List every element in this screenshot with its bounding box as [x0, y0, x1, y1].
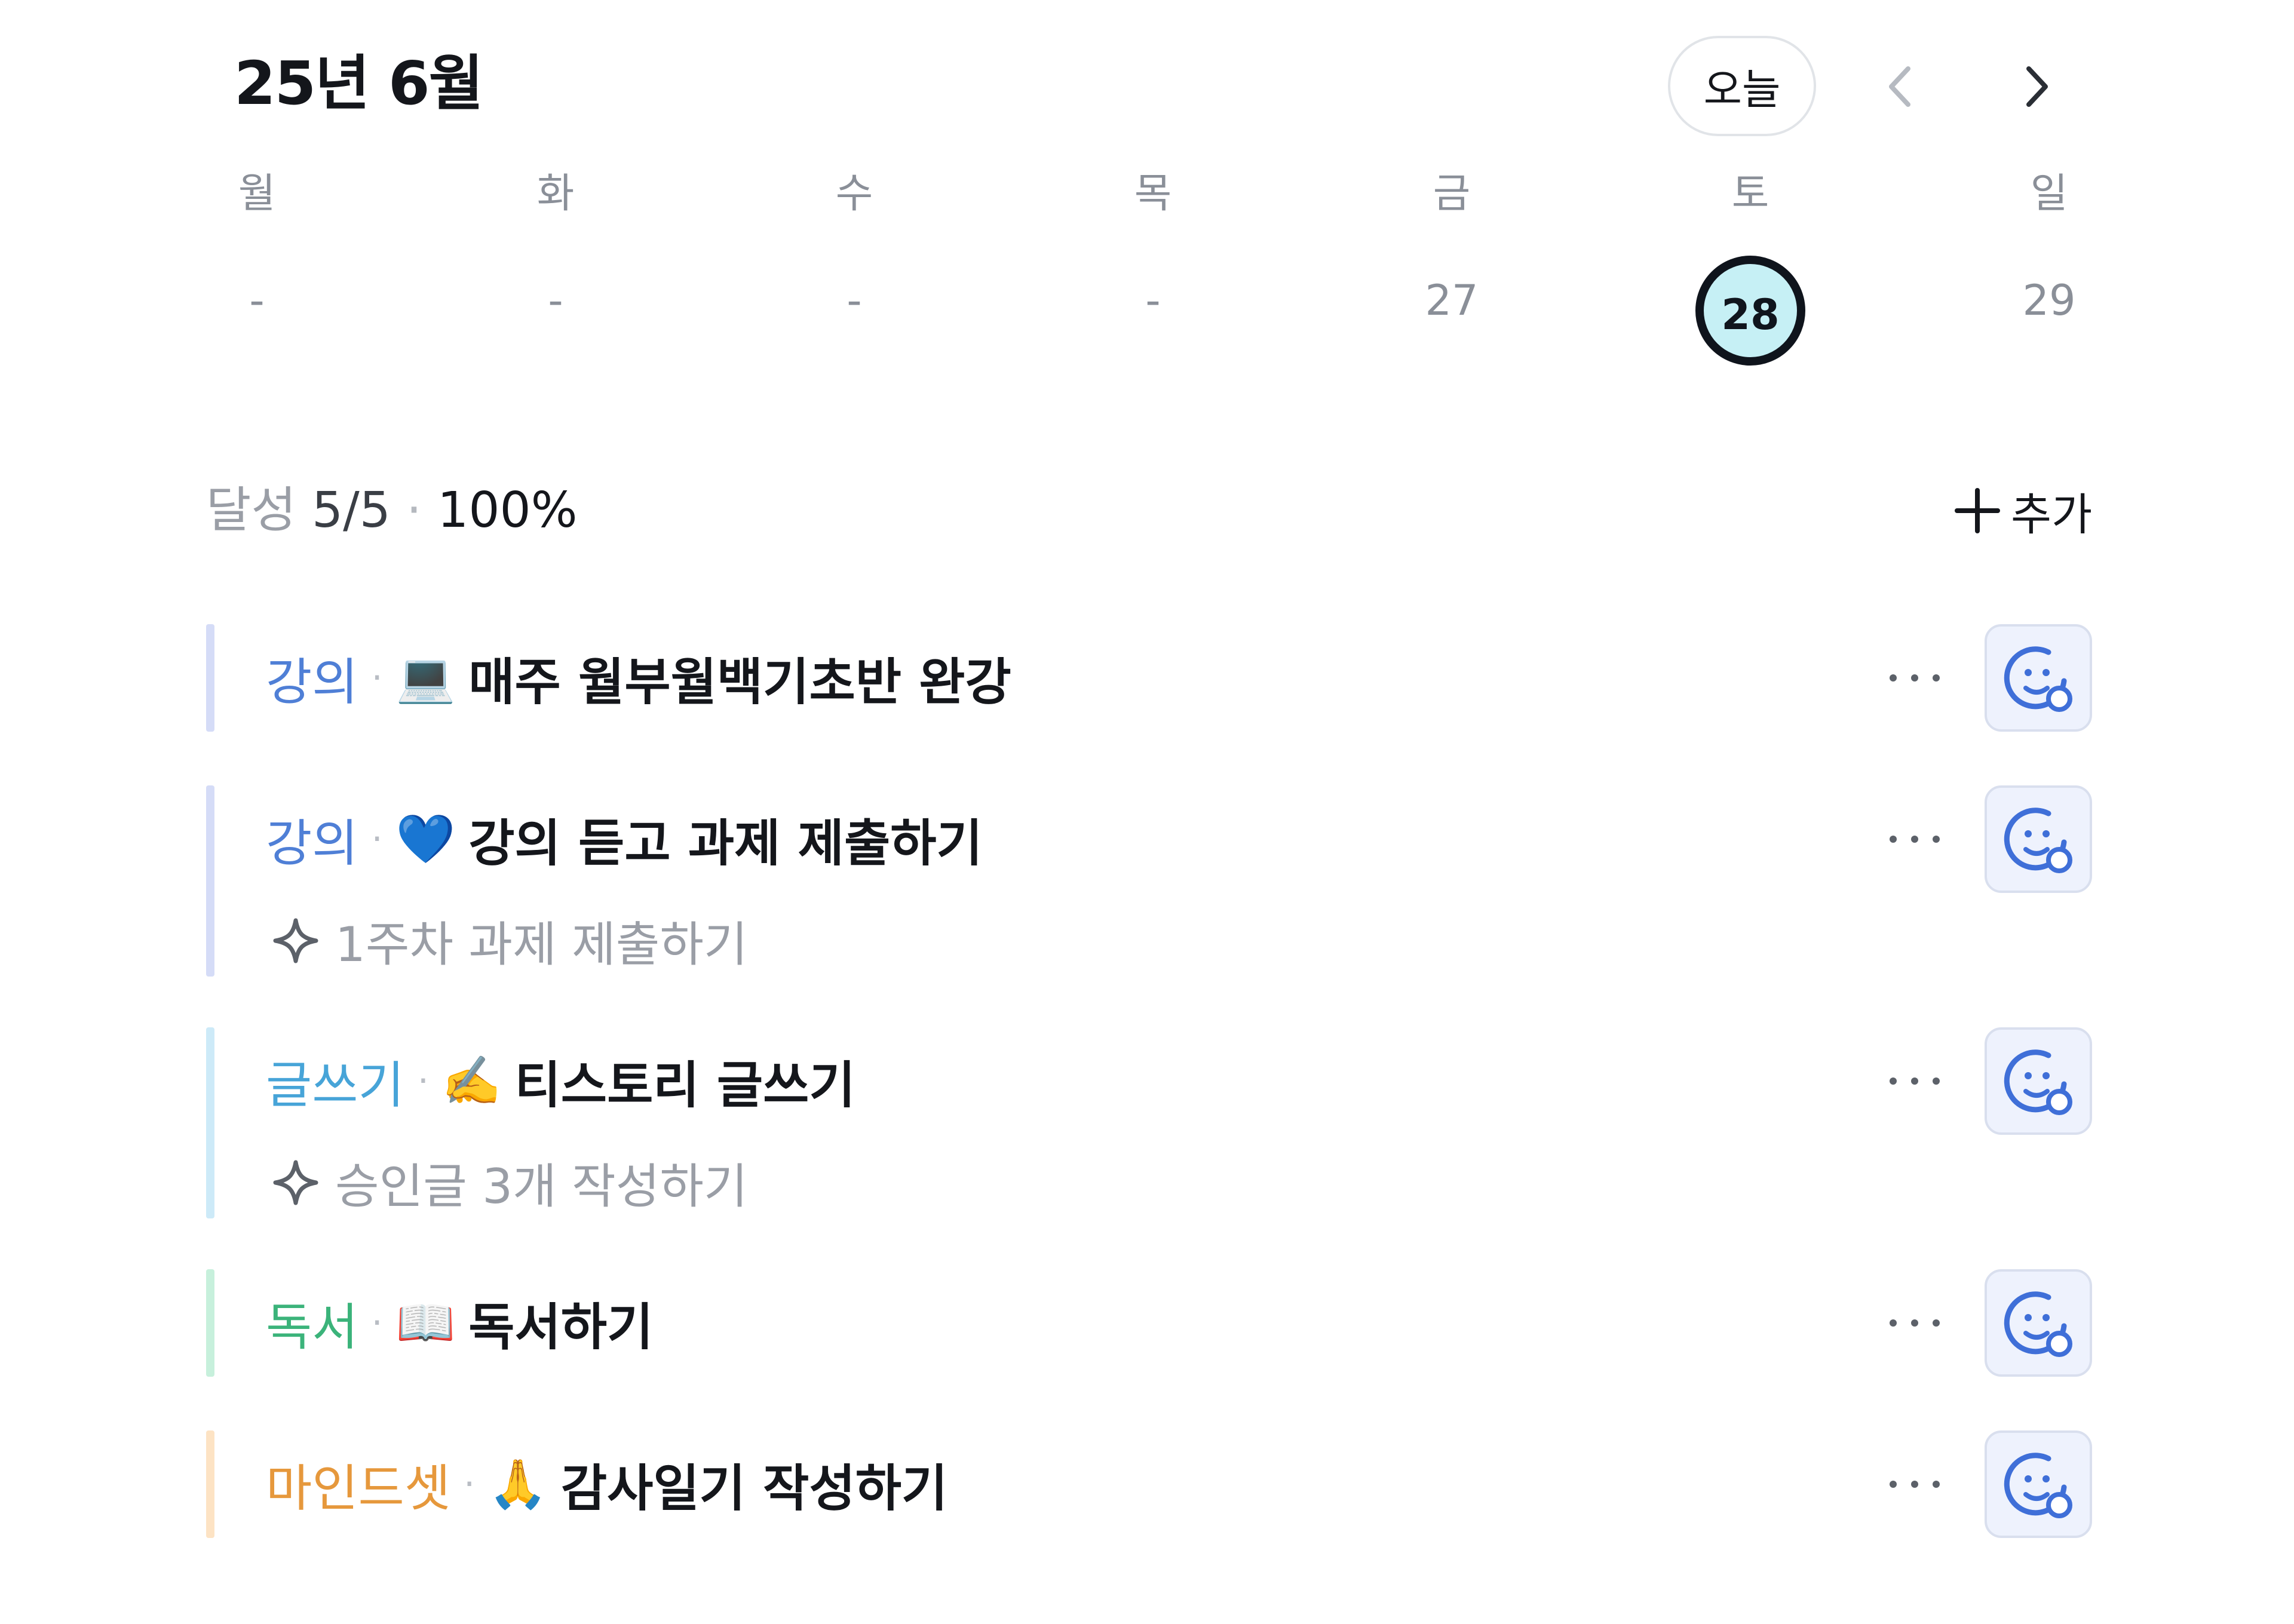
task-item[interactable]: 강의 · 💻 매주 월부월백기초반 완강 — [206, 624, 2118, 732]
task-category-bar — [206, 1027, 214, 1218]
day-number[interactable]: 27 — [1392, 256, 1511, 345]
task-row: 글쓰기 · ✍️ 티스토리 글쓰기 — [266, 1027, 855, 1135]
task-more-button[interactable] — [1879, 1051, 1950, 1111]
more-dots-icon — [1890, 836, 1940, 843]
day-number[interactable]: - — [795, 256, 914, 345]
task-title: 강의 듣고 과제 제출하기 — [468, 813, 983, 873]
task-mood-button[interactable] — [1985, 624, 2092, 732]
task-row: 독서 · 📖 독서하기 — [266, 1269, 653, 1377]
task-category-bar — [206, 785, 214, 977]
task-emoji: 🙏 — [488, 1456, 548, 1512]
task-category-bar — [206, 624, 214, 732]
weekday-label: 일 — [2030, 170, 2068, 217]
summary-separator: · — [406, 482, 422, 539]
day-number[interactable]: 29 — [1989, 256, 2109, 345]
task-emoji: 💙 — [395, 811, 456, 867]
weekday-label: 토 — [1731, 170, 1769, 217]
task-category: 마인드셋 — [266, 1459, 451, 1518]
day-number[interactable]: - — [1093, 256, 1213, 345]
task-item[interactable]: 강의 · 💙 강의 듣고 과제 제출하기 1주차 과제 제출하기 — [206, 785, 2118, 977]
task-row: 강의 · 💻 매주 월부월백기초반 완강 — [266, 624, 1011, 732]
task-emoji: 📖 — [395, 1295, 456, 1350]
task-emoji: ✍️ — [441, 1053, 502, 1109]
more-dots-icon — [1890, 1481, 1940, 1488]
day-number[interactable]: - — [496, 256, 615, 345]
task-mood-button[interactable] — [1985, 785, 2092, 893]
task-more-button[interactable] — [1879, 1454, 1950, 1514]
more-dots-icon — [1890, 1077, 1940, 1085]
task-subgoal-text: 승인글 3개 작성하기 — [335, 1159, 748, 1214]
task-item[interactable]: 글쓰기 · ✍️ 티스토리 글쓰기 승인글 3개 작성하기 — [206, 1027, 2118, 1218]
task-subgoal: 승인글 3개 작성하기 — [272, 1147, 748, 1218]
task-subgoal: 1주차 과제 제출하기 — [272, 905, 748, 977]
plus-icon — [1955, 488, 2000, 533]
prev-week-button[interactable] — [1867, 54, 1933, 119]
more-dots-icon — [1890, 1319, 1940, 1327]
sparkle-icon — [273, 918, 318, 963]
selected-day-number[interactable]: 28 — [1695, 256, 1805, 366]
task-subgoal-text: 1주차 과제 제출하기 — [335, 917, 748, 972]
task-separator: · — [417, 1060, 429, 1102]
smiley-add-icon — [2004, 1453, 2072, 1518]
day-number[interactable]: - — [197, 256, 317, 345]
task-mood-button[interactable] — [1985, 1027, 2092, 1135]
summary-percent: 100% — [437, 482, 578, 539]
task-separator: · — [371, 1302, 383, 1344]
task-emoji: 💻 — [395, 650, 456, 705]
task-title: 매주 월부월백기초반 완강 — [468, 652, 1011, 711]
weekday-label: 월 — [238, 170, 276, 217]
task-item[interactable]: 마인드셋 · 🙏 감사일기 작성하기 — [206, 1430, 2118, 1538]
smiley-add-icon — [2004, 646, 2072, 712]
task-category: 강의 — [266, 652, 358, 711]
summary-count: 5/5 — [311, 482, 391, 539]
task-separator: · — [464, 1463, 476, 1505]
task-row: 마인드셋 · 🙏 감사일기 작성하기 — [266, 1430, 947, 1538]
task-title: 독서하기 — [468, 1297, 654, 1356]
smiley-add-icon — [2004, 1291, 2072, 1357]
weekday-label: 금 — [1433, 170, 1471, 217]
month-title: 25년 6월 — [234, 48, 484, 118]
task-category: 글쓰기 — [266, 1055, 404, 1115]
task-category-bar — [206, 1430, 214, 1538]
task-mood-button[interactable] — [1985, 1269, 2092, 1377]
smiley-add-icon — [2004, 808, 2072, 873]
sparkle-icon — [273, 1160, 318, 1205]
task-item[interactable]: 독서 · 📖 독서하기 — [206, 1269, 2118, 1377]
add-task-label: 추가 — [2011, 489, 2093, 541]
weekday-label: 화 — [536, 170, 575, 217]
task-category: 강의 — [266, 813, 358, 873]
task-category: 독서 — [266, 1297, 358, 1356]
add-task-button[interactable]: 추가 — [1953, 478, 2092, 544]
task-more-button[interactable] — [1879, 809, 1950, 869]
task-row: 강의 · 💙 강의 듣고 과제 제출하기 — [266, 785, 983, 893]
task-more-button[interactable] — [1879, 648, 1950, 708]
summary-label: 달성 — [206, 482, 296, 539]
task-title: 티스토리 글쓰기 — [514, 1055, 855, 1115]
achievement-summary: 달성 5/5 · 100% — [206, 478, 578, 544]
next-week-button[interactable] — [2004, 54, 2070, 119]
task-separator: · — [371, 657, 383, 699]
smiley-add-icon — [2004, 1049, 2072, 1115]
weekday-label: 목 — [1134, 170, 1172, 217]
task-category-bar — [206, 1269, 214, 1377]
more-dots-icon — [1890, 674, 1940, 681]
weekday-label: 수 — [835, 170, 873, 217]
task-more-button[interactable] — [1879, 1293, 1950, 1353]
chevron-right-icon — [2026, 66, 2048, 107]
task-separator: · — [371, 818, 383, 860]
task-title: 감사일기 작성하기 — [560, 1459, 948, 1518]
chevron-left-icon — [1889, 66, 1910, 107]
task-mood-button[interactable] — [1985, 1430, 2092, 1538]
today-button[interactable]: 오늘 — [1668, 36, 1816, 136]
